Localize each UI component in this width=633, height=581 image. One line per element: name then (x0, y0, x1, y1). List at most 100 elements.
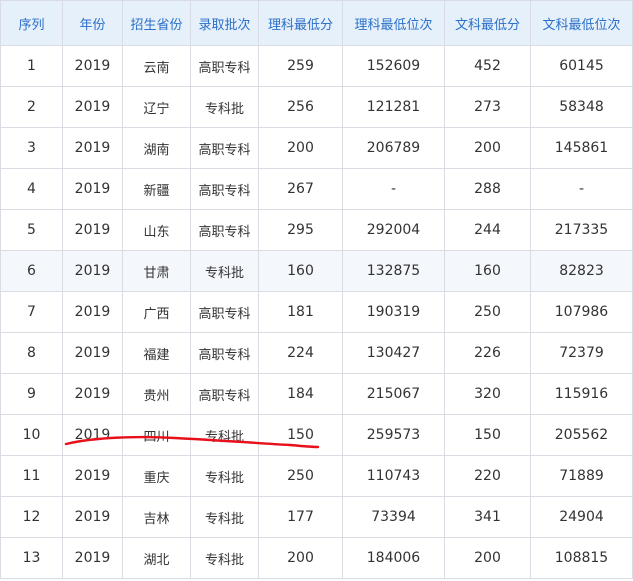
cell-arts-min-score: 220 (444, 455, 531, 497)
cell-arts-min-rank: 24904 (530, 496, 633, 538)
cell-science-min-score: 150 (258, 414, 343, 456)
cell-science-min-score: 250 (258, 455, 343, 497)
cell-arts-min-rank: 205562 (530, 414, 633, 456)
cell-province: 福建 (122, 332, 191, 374)
cell-arts-min-score: 288 (444, 168, 531, 210)
cell-batch: 高职专科 (190, 332, 259, 374)
cell-arts-min-score: 160 (444, 250, 531, 292)
table-row: 7 2019 广西 高职专科 181 190319 250 107986 (0, 291, 633, 333)
cell-science-min-rank: 259573 (342, 414, 445, 456)
cell-province: 四川 (122, 414, 191, 456)
header-science-min-score: 理科最低分 (258, 0, 343, 46)
cell-year: 2019 (62, 332, 123, 374)
cell-year: 2019 (62, 537, 123, 579)
cell-science-min-rank: 215067 (342, 373, 445, 415)
cell-index: 9 (0, 373, 63, 415)
cell-science-min-rank: 152609 (342, 45, 445, 87)
cell-year: 2019 (62, 86, 123, 128)
table-row: 2 2019 辽宁 专科批 256 121281 273 58348 (0, 86, 633, 128)
cell-year: 2019 (62, 45, 123, 87)
cell-arts-min-rank: 145861 (530, 127, 633, 169)
cell-science-min-rank: 132875 (342, 250, 445, 292)
cell-batch: 高职专科 (190, 209, 259, 251)
cell-year: 2019 (62, 127, 123, 169)
cell-batch: 专科批 (190, 414, 259, 456)
table-row: 13 2019 湖北 专科批 200 184006 200 108815 (0, 537, 633, 579)
cell-batch: 专科批 (190, 496, 259, 538)
cell-province: 云南 (122, 45, 191, 87)
cell-science-min-rank: 206789 (342, 127, 445, 169)
cell-arts-min-rank: 58348 (530, 86, 633, 128)
cell-science-min-score: 224 (258, 332, 343, 374)
cell-batch: 高职专科 (190, 291, 259, 333)
cell-science-min-rank: - (342, 168, 445, 210)
cell-science-min-score: 177 (258, 496, 343, 538)
cell-index: 5 (0, 209, 63, 251)
cell-arts-min-score: 320 (444, 373, 531, 415)
cell-year: 2019 (62, 168, 123, 210)
cell-science-min-score: 295 (258, 209, 343, 251)
cell-arts-min-rank: 71889 (530, 455, 633, 497)
cell-science-min-rank: 184006 (342, 537, 445, 579)
cell-province: 新疆 (122, 168, 191, 210)
cell-arts-min-score: 226 (444, 332, 531, 374)
cell-arts-min-score: 341 (444, 496, 531, 538)
cell-year: 2019 (62, 291, 123, 333)
cell-science-min-score: 200 (258, 537, 343, 579)
cell-index: 3 (0, 127, 63, 169)
cell-science-min-rank: 130427 (342, 332, 445, 374)
cell-science-min-score: 256 (258, 86, 343, 128)
cell-index: 12 (0, 496, 63, 538)
cell-arts-min-rank: 115916 (530, 373, 633, 415)
cell-year: 2019 (62, 250, 123, 292)
cell-index: 13 (0, 537, 63, 579)
cell-science-min-score: 200 (258, 127, 343, 169)
cell-arts-min-score: 200 (444, 537, 531, 579)
cell-year: 2019 (62, 455, 123, 497)
cell-arts-min-score: 452 (444, 45, 531, 87)
table-row: 3 2019 湖南 高职专科 200 206789 200 145861 (0, 127, 633, 169)
table-row: 1 2019 云南 高职专科 259 152609 452 60145 (0, 45, 633, 87)
cell-arts-min-rank: 72379 (530, 332, 633, 374)
cell-batch: 专科批 (190, 86, 259, 128)
cell-province: 湖北 (122, 537, 191, 579)
cell-science-min-rank: 121281 (342, 86, 445, 128)
cell-province: 辽宁 (122, 86, 191, 128)
cell-science-min-score: 160 (258, 250, 343, 292)
cell-arts-min-score: 244 (444, 209, 531, 251)
cell-arts-min-rank: 217335 (530, 209, 633, 251)
cell-arts-min-score: 150 (444, 414, 531, 456)
table-row: 8 2019 福建 高职专科 224 130427 226 72379 (0, 332, 633, 374)
cell-arts-min-rank: 107986 (530, 291, 633, 333)
cell-arts-min-rank: 108815 (530, 537, 633, 579)
cell-index: 2 (0, 86, 63, 128)
cell-province: 广西 (122, 291, 191, 333)
header-arts-min-rank: 文科最低位次 (530, 0, 633, 46)
cell-arts-min-rank: - (530, 168, 633, 210)
cell-province: 吉林 (122, 496, 191, 538)
cell-science-min-score: 181 (258, 291, 343, 333)
cell-year: 2019 (62, 496, 123, 538)
cell-batch: 高职专科 (190, 45, 259, 87)
cell-year: 2019 (62, 373, 123, 415)
cell-arts-min-rank: 82823 (530, 250, 633, 292)
cell-science-min-rank: 110743 (342, 455, 445, 497)
admission-scores-table: 序列 年份 招生省份 录取批次 理科最低分 理科最低位次 文科最低分 文科最低位… (0, 0, 633, 579)
cell-year: 2019 (62, 209, 123, 251)
cell-index: 1 (0, 45, 63, 87)
cell-science-min-score: 259 (258, 45, 343, 87)
cell-batch: 专科批 (190, 250, 259, 292)
table-row: 12 2019 吉林 专科批 177 73394 341 24904 (0, 496, 633, 538)
header-province: 招生省份 (122, 0, 191, 46)
cell-index: 8 (0, 332, 63, 374)
header-year: 年份 (62, 0, 123, 46)
cell-province: 甘肃 (122, 250, 191, 292)
cell-index: 7 (0, 291, 63, 333)
table-row: 4 2019 新疆 高职专科 267-288- (0, 168, 633, 210)
cell-batch: 高职专科 (190, 373, 259, 415)
table-row: 9 2019 贵州 高职专科 184 215067 320 115916 (0, 373, 633, 415)
table-row: 6 2019 甘肃 专科批 160 132875 160 82823 (0, 250, 633, 292)
cell-science-min-rank: 73394 (342, 496, 445, 538)
cell-province: 湖南 (122, 127, 191, 169)
cell-arts-min-rank: 60145 (530, 45, 633, 87)
